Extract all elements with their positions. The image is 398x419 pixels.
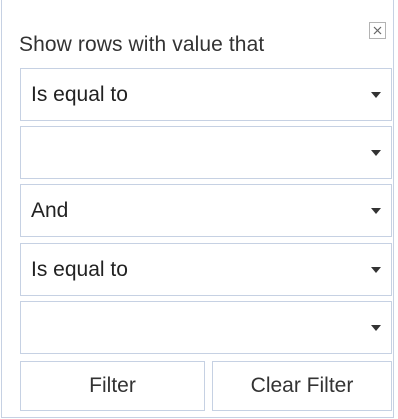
condition2-operator-dropdown[interactable]: Is equal to xyxy=(20,243,392,296)
dropdown-arrow-icon xyxy=(371,266,381,273)
filter-button[interactable]: Filter xyxy=(20,361,205,411)
condition1-operator-value: Is equal to xyxy=(31,82,128,106)
dropdown-arrow-icon xyxy=(371,149,381,156)
clear-filter-button[interactable]: Clear Filter xyxy=(212,361,392,411)
logical-operator-value: And xyxy=(31,198,69,222)
dropdown-arrow-icon xyxy=(371,91,381,98)
filter-panel-title: Show rows with value that xyxy=(19,33,265,56)
filter-panel: Show rows with value that Is equal to An… xyxy=(1,0,394,418)
condition1-operator-dropdown[interactable]: Is equal to xyxy=(20,68,392,121)
condition2-value-dropdown[interactable] xyxy=(20,301,392,354)
dropdown-arrow-icon xyxy=(371,207,381,214)
dropdown-arrow-icon xyxy=(371,324,381,331)
close-button[interactable] xyxy=(369,22,386,39)
condition1-value-dropdown[interactable] xyxy=(20,126,392,179)
close-icon xyxy=(373,26,382,35)
logical-operator-dropdown[interactable]: And xyxy=(20,184,392,237)
condition2-operator-value: Is equal to xyxy=(31,257,128,281)
